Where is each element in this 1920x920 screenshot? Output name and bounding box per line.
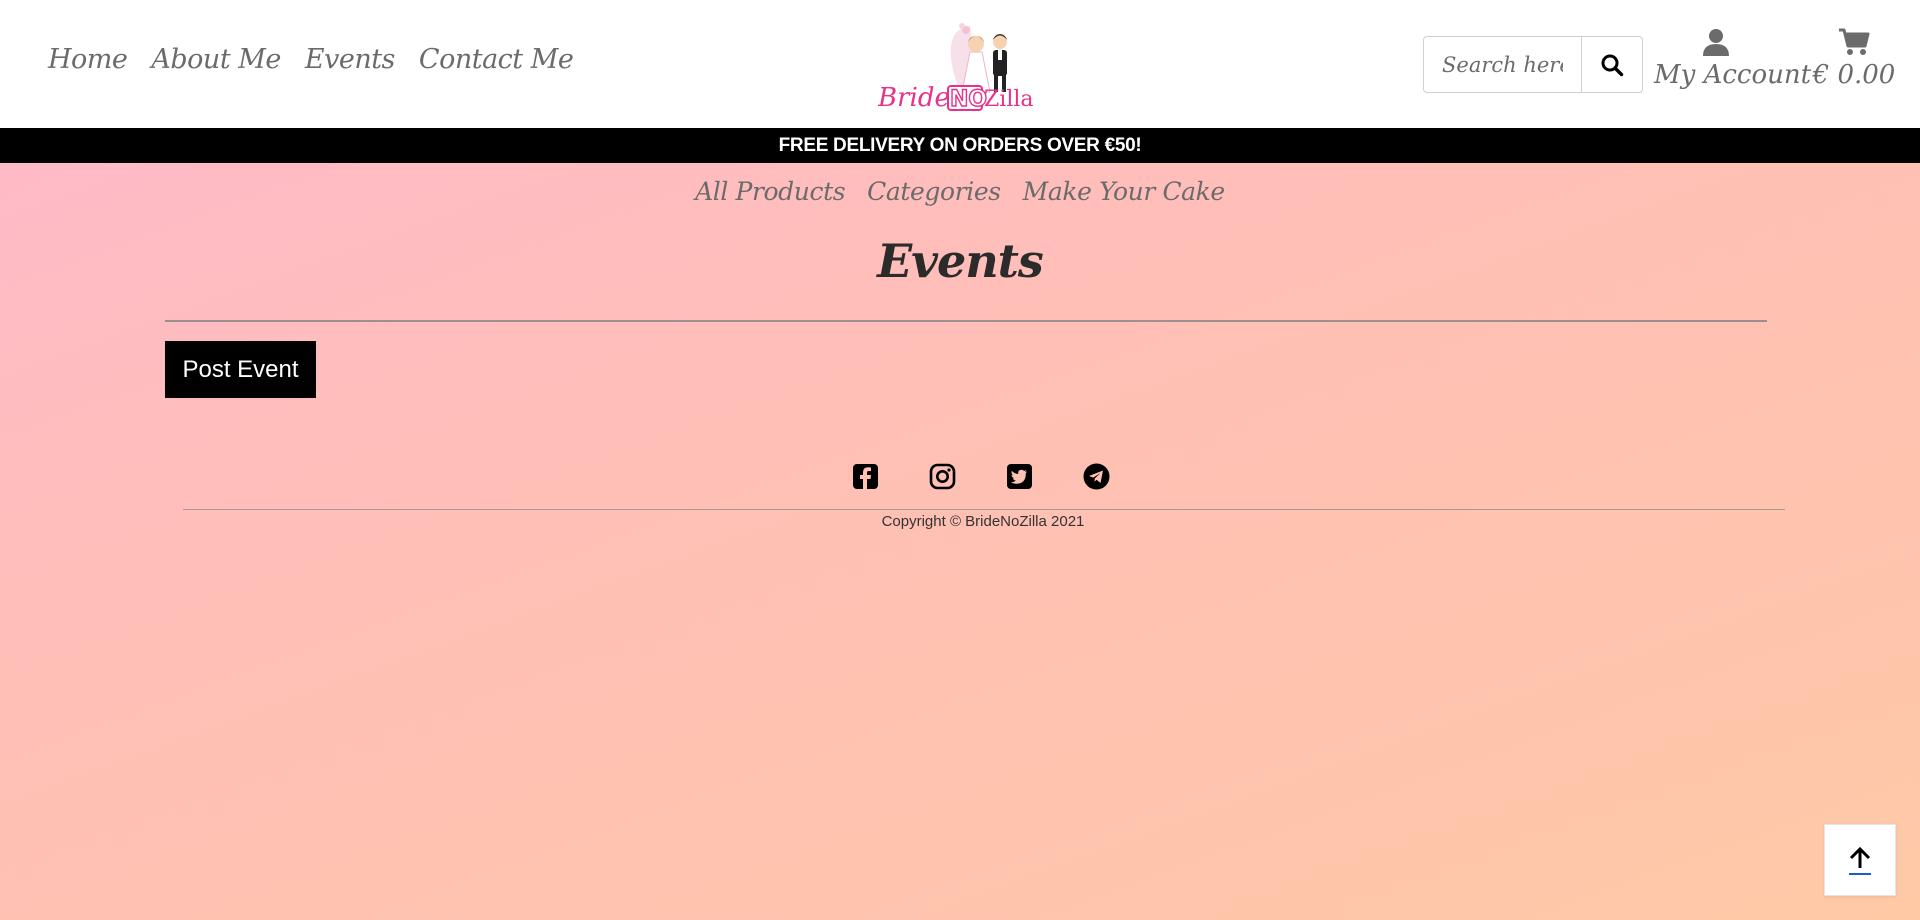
logo-text-no: NO: [950, 87, 987, 112]
bride-groom-logo-image: Bride NO Zilla: [877, 23, 1034, 113]
site-header: Home About Me Events Contact Me Bride NO…: [0, 0, 1920, 128]
nav-events-link[interactable]: Events: [305, 44, 396, 75]
nav-all-products-link[interactable]: All Products: [695, 177, 845, 206]
my-account-label: My Account: [1654, 60, 1812, 90]
brand-logo[interactable]: Bride NO Zilla: [877, 14, 1038, 114]
post-event-button[interactable]: Post Event: [165, 341, 316, 398]
twitter-icon[interactable]: [1006, 463, 1033, 490]
search-icon: [1601, 54, 1624, 76]
shopping-bag-link[interactable]: € 0.00: [1800, 28, 1908, 90]
page-title: Events: [877, 234, 1044, 288]
nav-categories-link[interactable]: Categories: [867, 177, 1001, 206]
copyright-text: Copyright © BrideNoZilla 2021: [881, 513, 1085, 530]
arrow-up-icon: [1849, 846, 1871, 875]
instagram-icon[interactable]: [929, 463, 956, 490]
delivery-banner: FREE DELIVERY ON ORDERS OVER €50!: [0, 128, 1920, 163]
my-account-link[interactable]: My Account: [1654, 28, 1812, 90]
nav-make-cake-link[interactable]: Make Your Cake: [1023, 177, 1226, 206]
social-links: [852, 463, 1110, 490]
nav-contact-link[interactable]: Contact Me: [419, 44, 574, 75]
search-button[interactable]: [1581, 36, 1643, 93]
title-divider: [165, 320, 1767, 322]
telegram-icon[interactable]: [1083, 463, 1110, 490]
logo-text-zilla: Zilla: [984, 87, 1034, 112]
svg-text:Bride: Bride: [878, 83, 950, 113]
footer-divider: [183, 509, 1785, 510]
bag-total: € 0.00: [1812, 60, 1896, 90]
main-nav: Home About Me Events Contact Me: [48, 44, 574, 75]
nav-home-link[interactable]: Home: [48, 44, 128, 75]
nav-about-link[interactable]: About Me: [151, 44, 281, 75]
product-nav: All Products Categories Make Your Cake: [0, 177, 1920, 206]
back-to-top-button[interactable]: [1824, 824, 1896, 896]
search-form: [1423, 36, 1643, 93]
svg-text:NO: NO: [950, 87, 987, 112]
facebook-icon[interactable]: [852, 463, 879, 490]
shopping-cart-icon: [1839, 28, 1870, 55]
svg-text:Zilla: Zilla: [984, 87, 1034, 112]
user-icon: [1703, 29, 1729, 56]
logo-text-bride: Bride: [878, 83, 950, 113]
search-input[interactable]: [1423, 36, 1581, 93]
